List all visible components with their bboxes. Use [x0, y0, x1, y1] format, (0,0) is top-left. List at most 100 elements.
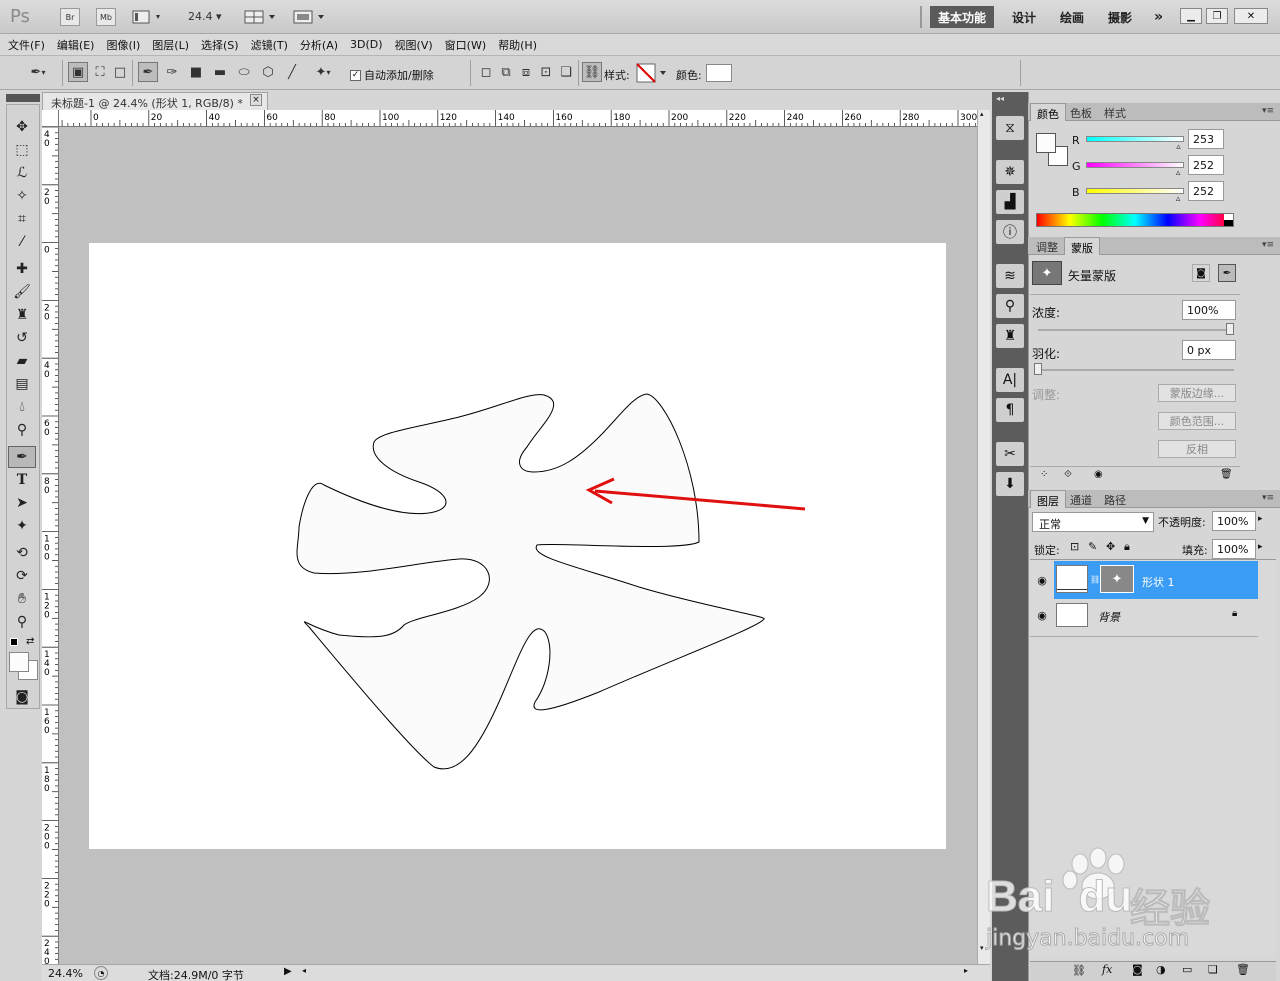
quick-selection-tool[interactable]: ✧ — [8, 185, 36, 207]
g-slider[interactable] — [1086, 162, 1184, 168]
clone-source-panel-icon[interactable]: ♜ — [996, 324, 1024, 348]
tab-layers[interactable]: 图层 — [1030, 490, 1066, 508]
pen-tool[interactable]: ✒ — [8, 446, 36, 468]
create-new-shape-layer[interactable]: ❏ — [556, 62, 576, 82]
r-input[interactable]: 253 — [1188, 129, 1224, 149]
collapse-strip-icon[interactable]: ◂◂ — [996, 94, 1004, 103]
paragraph-panel-icon[interactable]: ¶ — [996, 398, 1024, 422]
restore-button[interactable]: ❐ — [1206, 8, 1228, 24]
mask-edge-button[interactable]: 蒙版边缘... — [1158, 384, 1236, 402]
visibility-eye-icon[interactable]: ◉ — [1094, 469, 1103, 480]
intersect-shape-areas[interactable]: ⧈ — [516, 62, 536, 82]
tab-styles[interactable]: 样式 — [1098, 103, 1132, 121]
rounded-rectangle-option[interactable]: ▬ — [210, 62, 230, 82]
lock-all-icon[interactable]: 🔒︎ — [1124, 540, 1130, 554]
more-workspaces-button[interactable]: » — [1146, 6, 1171, 28]
tab-masks[interactable]: 蒙版 — [1064, 237, 1100, 255]
layer-row-shape[interactable]: ◉ ⛓ ✦ 形状 1 — [1030, 561, 1258, 599]
auto-add-delete-checkbox[interactable]: ✓ 自动添加/删除 — [350, 67, 434, 83]
ellipse-option[interactable]: ⬭ — [234, 62, 254, 82]
workspace-photography[interactable]: 摄影 — [1100, 6, 1140, 28]
b-input[interactable]: 252 — [1188, 181, 1224, 201]
eyedropper-tool[interactable]: ⁄ — [8, 231, 36, 253]
panel-menu-icon[interactable]: ▾≡ — [1262, 240, 1274, 250]
vertical-scrollbar[interactable]: ▴ ▾ — [977, 110, 990, 964]
density-slider[interactable] — [1038, 329, 1234, 331]
zoom-tool[interactable]: ⚲ — [8, 611, 36, 633]
eraser-tool[interactable]: ▰ — [8, 350, 36, 372]
add-to-shape-area[interactable]: ◻ — [476, 62, 496, 82]
g-input[interactable]: 252 — [1188, 155, 1224, 175]
menu-analysis[interactable]: 分析(A) — [300, 37, 338, 53]
pen-tool-option[interactable]: ✒ — [138, 62, 158, 82]
zoom-select[interactable]: 24.4 ▾ — [188, 10, 222, 23]
freeform-pen-option[interactable]: ✑ — [162, 62, 182, 82]
density-input[interactable]: 100% — [1182, 300, 1236, 320]
r-slider-thumb[interactable]: ▵ — [1176, 142, 1181, 152]
workspace-design[interactable]: 设计 — [1004, 6, 1044, 28]
3d-orbit-tool[interactable]: ⟳ — [8, 565, 36, 587]
histogram-panel-icon[interactable]: ▟ — [996, 190, 1024, 214]
menu-view[interactable]: 视图(V) — [395, 37, 433, 53]
lock-transparent-icon[interactable]: ⊡ — [1070, 540, 1079, 553]
tab-paths[interactable]: 路径 — [1098, 490, 1132, 508]
invert-button[interactable]: 反相 — [1158, 440, 1236, 458]
layer-name[interactable]: 形状 1 — [1142, 574, 1175, 590]
select-pixel-mask-button[interactable]: ◙ — [1192, 264, 1210, 282]
screen-mode-button[interactable] — [292, 9, 328, 28]
rectangle-option[interactable]: ■ — [186, 62, 206, 82]
paths-mode[interactable]: ⛶ — [90, 62, 110, 82]
layer-visibility-eye-icon[interactable]: ◉ — [1032, 570, 1052, 590]
lock-position-icon[interactable]: ✥ — [1106, 540, 1115, 553]
status-zoom[interactable]: 24.4% — [48, 967, 83, 980]
close-window-button[interactable]: ✕ — [1234, 8, 1268, 24]
menu-file[interactable]: 文件(F) — [8, 37, 45, 53]
ruler-vertical[interactable]: 4020020406080100120140160180200220240 — [42, 127, 59, 964]
bridge-button[interactable]: Br — [60, 8, 80, 26]
quick-mask-button[interactable]: ◙ — [8, 686, 36, 708]
panel-menu-icon[interactable]: ▾≡ — [1262, 493, 1274, 503]
line-option[interactable]: ╱ — [282, 62, 302, 82]
navigator-panel-icon[interactable]: ✵ — [996, 160, 1024, 184]
history-brush-tool[interactable]: ↺ — [8, 327, 36, 349]
tab-channels[interactable]: 通道 — [1064, 490, 1098, 508]
feather-input[interactable]: 0 px — [1182, 340, 1236, 360]
swap-colors-icon[interactable]: ⇄ — [26, 636, 34, 647]
shape-layers-mode[interactable]: ▣ — [68, 62, 88, 82]
lock-image-icon[interactable]: ✎ — [1088, 540, 1097, 553]
scroll-left-icon[interactable]: ◂ — [302, 966, 306, 975]
view-extras-button[interactable] — [132, 9, 164, 28]
3d-rotate-tool[interactable]: ⟲ — [8, 542, 36, 564]
menu-filter[interactable]: 滤镜(T) — [251, 37, 288, 53]
link-style-button[interactable]: ⛓ — [582, 62, 602, 82]
color-fg-swatch[interactable] — [1036, 133, 1056, 153]
type-tool[interactable]: T — [8, 469, 36, 491]
brushes-panel-icon[interactable]: ≋ — [996, 264, 1024, 288]
menu-help[interactable]: 帮助(H) — [498, 37, 537, 53]
custom-shape-path[interactable] — [296, 393, 765, 770]
gradient-tool[interactable]: ▤ — [8, 373, 36, 395]
tool-preset-picker[interactable]: ✒ ▾ — [20, 62, 56, 82]
status-info-icon[interactable]: ◔ — [94, 966, 108, 980]
custom-shape-option[interactable]: ✦ ▾ — [306, 62, 340, 82]
feather-slider[interactable] — [1038, 369, 1234, 371]
panel-menu-icon[interactable]: ▾≡ — [1262, 106, 1274, 116]
hand-tool[interactable]: ✋︎ — [8, 588, 36, 610]
lasso-tool[interactable]: ℒ — [8, 162, 36, 184]
opacity-arrow-icon[interactable]: ▸ — [1258, 514, 1263, 524]
brush-tool[interactable]: 🖌︎ — [8, 281, 36, 303]
fill-pixels-mode[interactable]: □ — [110, 62, 130, 82]
menu-3d[interactable]: 3D(D) — [350, 38, 383, 51]
blur-tool[interactable]: 💧︎ — [8, 396, 36, 418]
tab-swatches[interactable]: 色板 — [1064, 103, 1098, 121]
tool-presets-panel-icon[interactable]: ⚲ — [996, 294, 1024, 318]
history-panel-icon[interactable]: ⧖ — [996, 116, 1024, 140]
foreground-color-swatch[interactable] — [9, 652, 29, 672]
ruler-origin[interactable] — [42, 110, 59, 127]
actions-panel-icon[interactable]: ⬇ — [996, 472, 1024, 496]
load-selection-icon[interactable]: ⁘ — [1040, 469, 1048, 480]
g-slider-thumb[interactable]: ▵ — [1176, 168, 1181, 178]
apply-mask-icon[interactable]: ⟐ — [1064, 469, 1072, 480]
status-menu-arrow[interactable]: ▶ — [284, 966, 292, 977]
minimize-button[interactable]: ▁ — [1180, 8, 1202, 24]
